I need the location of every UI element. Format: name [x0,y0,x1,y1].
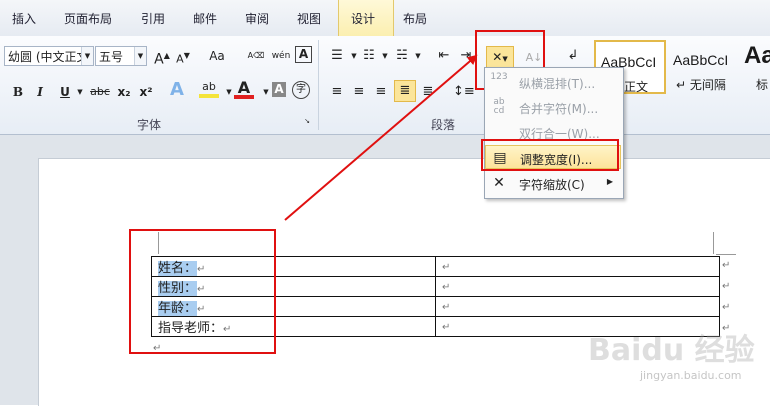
vertical-text-icon: 123 [490,73,508,91]
submenu-arrow-icon: ▶ [606,177,613,186]
menu-item-label: 合并字符(M)... [519,102,599,116]
menu-item-label: 字符缩放(C) [519,178,585,192]
combine-chars-icon: ab cd [490,98,508,116]
menu-icon-text: ab cd [493,97,505,116]
annotation-box-menu-item [481,139,619,171]
menu-item-vertical-in-horizontal[interactable]: 123 纵横混排(T)... [485,70,621,94]
menu-icon-text: 123 [490,72,508,82]
char-scale-icon: ✕ [493,175,505,191]
asian-layout-menu: 123 纵横混排(T)... ab cd 合并字符(M)... 双行合一(W).… [484,67,624,199]
menu-item-label: 纵横混排(T)... [519,77,596,91]
arrow-to-button [284,54,478,221]
watermark-brand: Baidu 经验 [588,333,755,368]
watermark-url: jingyan.baidu.com [640,369,742,382]
menu-item-character-scaling[interactable]: ✕ 字符缩放(C) ▶ [485,171,621,195]
menu-item-combine-characters[interactable]: ab cd 合并字符(M)... [485,95,621,119]
